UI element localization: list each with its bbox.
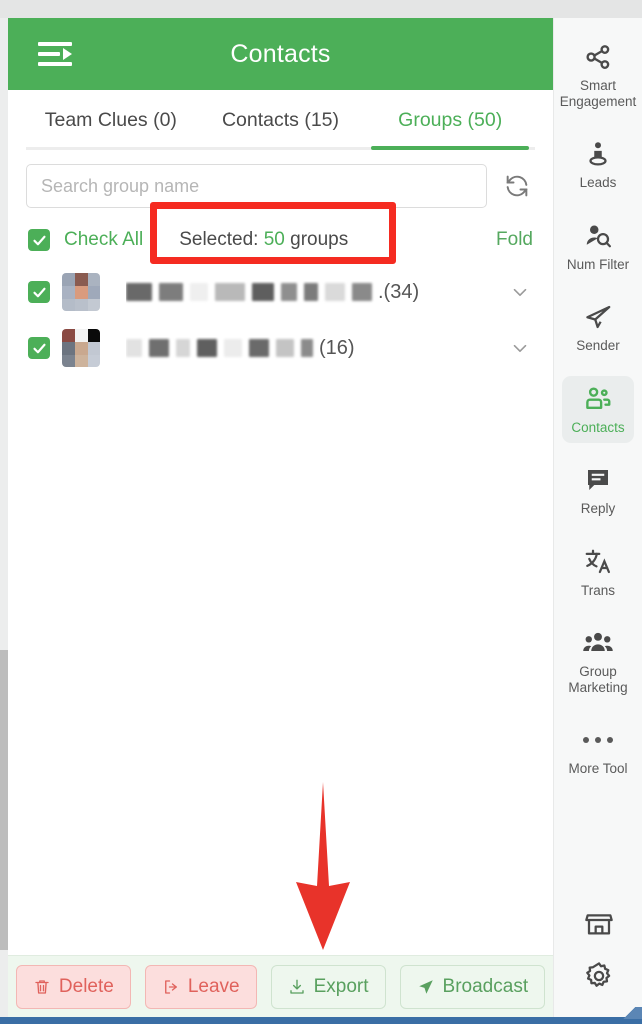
chat-bubble-icon — [583, 465, 613, 495]
sidebar-item-leads[interactable]: Leads — [562, 131, 634, 199]
menu-bar-1 — [38, 42, 72, 46]
sidebar-item-contacts[interactable]: Contacts — [562, 375, 634, 444]
sidebar-item-sender[interactable]: Sender — [562, 294, 634, 362]
person-target-icon — [583, 139, 613, 169]
group-name-blur-blocks — [126, 337, 313, 359]
group-avatar — [62, 329, 100, 367]
delete-button[interactable]: Delete — [15, 964, 131, 1009]
check-all-checkbox[interactable] — [28, 229, 50, 251]
selected-count-text: Selected: 50 groups — [179, 229, 482, 251]
sidebar-item-more-tool[interactable]: More Tool — [562, 717, 634, 785]
broadcast-button-label: Broadcast — [442, 975, 529, 997]
tab-contacts[interactable]: Contacts (15) — [196, 90, 366, 150]
sidebar-item-label: Smart Engagement — [559, 78, 637, 109]
broadcast-button[interactable]: Broadcast — [399, 964, 546, 1009]
sidebar-item-label: Trans — [580, 582, 615, 598]
export-button[interactable]: Export — [270, 964, 386, 1009]
chevron-down-icon[interactable] — [507, 335, 533, 361]
leave-button-label: Leave — [187, 975, 240, 997]
selected-prefix: Selected: — [179, 229, 264, 250]
group-list-item[interactable]: (16) — [28, 320, 533, 376]
send-icon — [417, 978, 435, 996]
trash-icon — [33, 978, 51, 996]
page-title: Contacts — [230, 39, 331, 68]
contacts-panel: Contacts Team Clues (0) Contacts (15) Gr… — [8, 18, 553, 1017]
tab-groups[interactable]: Groups (50) — [365, 90, 535, 150]
group-name-redacted: .(34) — [126, 281, 495, 304]
window-bottom-edge — [0, 1007, 642, 1024]
delete-button-label: Delete — [58, 975, 114, 997]
sidebar-item-label: Num Filter — [566, 256, 630, 272]
sidebar-bottom-group — [554, 909, 642, 991]
group-name-redacted: (16) — [126, 337, 495, 360]
tab-active-underline — [371, 146, 530, 150]
share-nodes-icon — [583, 42, 613, 72]
group-avatar — [62, 273, 100, 311]
left-scrollbar[interactable] — [0, 650, 8, 950]
group-member-count: (16) — [319, 336, 355, 359]
menu-bar-3 — [38, 62, 72, 66]
search-row — [8, 150, 553, 216]
group-people-icon — [582, 628, 614, 658]
group-list: .(34) (16) — [8, 264, 553, 376]
check-all-label[interactable]: Check All — [64, 229, 143, 251]
ellipsis-icon — [583, 725, 613, 755]
refresh-icon[interactable] — [499, 168, 535, 204]
group-list-item[interactable]: .(34) — [28, 264, 533, 320]
sidebar-item-label: Contacts — [571, 419, 625, 435]
sidebar-item-label: Sender — [576, 338, 620, 354]
paper-plane-icon — [583, 302, 613, 332]
tab-team-clues[interactable]: Team Clues (0) — [26, 90, 196, 150]
store-icon[interactable] — [583, 909, 615, 939]
app-header: Contacts — [8, 18, 553, 90]
tab-bar: Team Clues (0) Contacts (15) Groups (50) — [8, 90, 553, 150]
menu-arrow-head — [63, 48, 72, 60]
logout-icon — [162, 978, 180, 996]
action-bar: Delete Leave Export Broadcast — [8, 955, 553, 1017]
sidebar-item-label: Group Marketing — [568, 664, 628, 695]
download-icon — [288, 978, 306, 996]
leave-button[interactable]: Leave — [144, 964, 257, 1009]
sidebar-item-label: Leads — [579, 175, 617, 191]
sidebar-item-smart-engagement[interactable]: Smart Engagement — [559, 34, 637, 117]
translate-icon — [583, 547, 613, 577]
export-button-label: Export — [313, 975, 369, 997]
sidebar-item-group-marketing[interactable]: Group Marketing — [562, 620, 634, 703]
chevron-down-icon[interactable] — [507, 279, 533, 305]
fold-button[interactable]: Fold — [496, 229, 533, 251]
selected-count-value: 50 — [263, 229, 285, 250]
app-window: Contacts Team Clues (0) Contacts (15) Gr… — [0, 0, 642, 1024]
contacts-icon — [583, 384, 613, 414]
tool-sidebar: Smart Engagement Leads Num Filter Sender… — [553, 18, 642, 1017]
group-checkbox[interactable] — [28, 337, 50, 359]
search-input[interactable] — [26, 164, 487, 208]
group-member-count: .(34) — [378, 280, 420, 303]
sidebar-item-label: Reply — [580, 501, 616, 517]
menu-arrow-icon[interactable] — [38, 41, 72, 67]
group-name-blur-blocks — [126, 281, 372, 303]
selected-suffix: groups — [284, 229, 349, 250]
sidebar-item-trans[interactable]: Trans — [562, 539, 634, 607]
group-checkbox[interactable] — [28, 281, 50, 303]
select-all-row: Check All Selected: 50 groups Fold — [8, 216, 553, 264]
sidebar-item-reply[interactable]: Reply — [562, 457, 634, 525]
window-top-chrome — [0, 0, 642, 18]
sidebar-item-label: More Tool — [568, 761, 628, 777]
person-search-icon — [583, 221, 613, 251]
gear-icon[interactable] — [583, 961, 615, 991]
menu-bar-2 — [38, 52, 60, 56]
sidebar-item-num-filter[interactable]: Num Filter — [562, 213, 634, 281]
